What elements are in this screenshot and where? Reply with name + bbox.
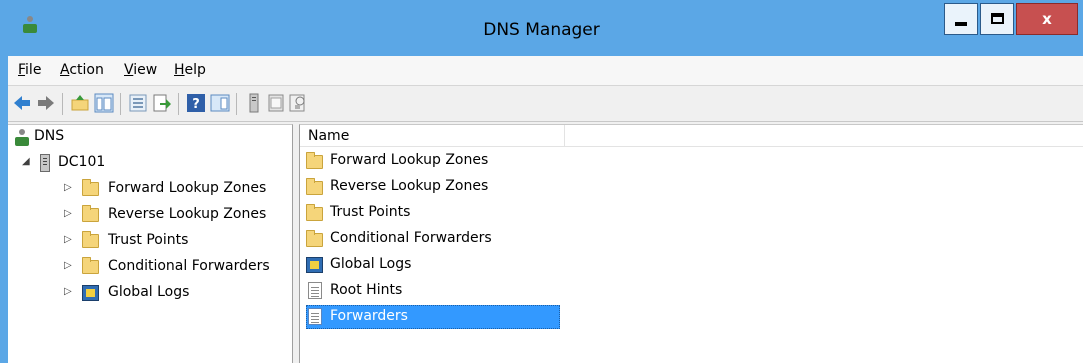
tree-node-label: Trust Points — [108, 232, 189, 248]
server-icon[interactable] — [244, 93, 264, 113]
menu-action-label: ction — [69, 62, 104, 78]
list-item-label: Root Hints — [330, 282, 403, 298]
menu-file[interactable]: File — [18, 62, 41, 78]
folder-icon — [82, 205, 99, 222]
show-console-tree-icon[interactable] — [94, 93, 114, 113]
document-icon — [308, 308, 322, 325]
close-icon: x — [1042, 10, 1052, 28]
tree-node-label: Global Logs — [108, 284, 190, 300]
list-item-conditional-forwarders[interactable]: Conditional Forwarders — [306, 227, 766, 251]
tree-node-server[interactable]: ◢ DC101 — [12, 151, 282, 175]
tree-node-label: Forward Lookup Zones — [108, 180, 267, 196]
filter-icon[interactable] — [288, 93, 308, 113]
up-folder-icon[interactable] — [70, 93, 90, 113]
folder-icon — [306, 152, 323, 169]
dns-manager-window: DNS Manager x File Action View Help ? DN… — [0, 0, 1083, 363]
list-item-forwarders[interactable]: Forwarders — [306, 305, 766, 329]
menu-bar: File Action View Help — [8, 56, 1083, 86]
tree-node-global-logs[interactable]: ▷ Global Logs — [12, 281, 287, 305]
menu-view-accel: V — [124, 62, 134, 78]
folder-icon — [82, 231, 99, 248]
list-item-label: Conditional Forwarders — [330, 230, 492, 246]
list-item-forward-lookup-zones[interactable]: Forward Lookup Zones — [306, 149, 766, 173]
tree-node-dns[interactable]: DNS — [12, 127, 282, 151]
toolbar-separator — [236, 93, 237, 115]
toolbar-separator — [120, 93, 121, 115]
menu-action[interactable]: Action — [60, 62, 104, 78]
menu-view[interactable]: View — [124, 62, 157, 78]
column-header-name[interactable]: Name — [308, 128, 349, 144]
collapsed-arrow-icon[interactable]: ▷ — [64, 286, 72, 297]
folder-icon — [306, 230, 323, 247]
folder-icon — [82, 179, 99, 196]
document-icon — [308, 282, 322, 299]
menu-view-label: iew — [133, 62, 158, 78]
list-item-label: Global Logs — [330, 256, 412, 272]
list-item-label: Forwarders — [330, 308, 408, 324]
column-divider[interactable] — [564, 125, 565, 147]
list-item-label: Forward Lookup Zones — [330, 152, 489, 168]
list-item-trust-points[interactable]: Trust Points — [306, 201, 766, 225]
details-list[interactable]: Name Forward Lookup Zones Reverse Lookup… — [299, 124, 1083, 363]
tree-node-label: DC101 — [58, 154, 106, 170]
folder-icon — [306, 178, 323, 195]
tree-node-forward-lookup-zones[interactable]: ▷ Forward Lookup Zones — [12, 177, 287, 201]
maximize-icon — [991, 13, 1004, 24]
list-item-root-hints[interactable]: Root Hints — [306, 279, 766, 303]
tree-node-reverse-lookup-zones[interactable]: ▷ Reverse Lookup Zones — [12, 203, 287, 227]
collapsed-arrow-icon[interactable]: ▷ — [64, 234, 72, 245]
back-arrow-icon[interactable] — [12, 93, 32, 113]
properties-icon[interactable] — [128, 93, 148, 113]
list-item-global-logs[interactable]: Global Logs — [306, 253, 766, 277]
list-item-label: Reverse Lookup Zones — [330, 178, 489, 194]
show-action-pane-icon[interactable] — [210, 93, 230, 113]
title-bar[interactable]: DNS Manager x — [0, 0, 1083, 56]
minimize-button[interactable] — [944, 3, 978, 35]
menu-help[interactable]: Help — [174, 62, 206, 78]
folder-icon — [82, 257, 99, 274]
tree-node-label: Conditional Forwarders — [108, 258, 270, 274]
window-title: DNS Manager — [483, 20, 600, 40]
folder-icon — [306, 204, 323, 221]
collapsed-arrow-icon[interactable]: ▷ — [64, 208, 72, 219]
menu-help-accel: H — [174, 62, 185, 78]
svg-text:?: ? — [192, 97, 200, 112]
toolbar-separator — [178, 93, 179, 115]
tree-node-label: Reverse Lookup Zones — [108, 206, 267, 222]
tree-node-conditional-forwarders[interactable]: ▷ Conditional Forwarders — [12, 255, 287, 279]
menu-action-accel: A — [60, 62, 70, 78]
toolbar: ? — [8, 86, 1083, 122]
export-list-icon[interactable] — [152, 93, 172, 113]
column-header-row: Name — [300, 125, 1083, 147]
toolbar-separator — [62, 93, 63, 115]
console-tree[interactable]: DNS ◢ DC101 ▷ Forward Lookup Zones ▷ Rev… — [8, 124, 293, 363]
maximize-button[interactable] — [980, 3, 1014, 35]
minimize-icon — [955, 22, 967, 26]
logs-icon — [306, 257, 323, 273]
forward-arrow-icon[interactable] — [36, 93, 56, 113]
close-button[interactable]: x — [1016, 3, 1078, 35]
menu-help-label: elp — [184, 62, 206, 78]
dns-icon — [14, 129, 30, 147]
help-icon[interactable]: ? — [186, 93, 206, 113]
server-icon — [40, 154, 50, 172]
client-area: File Action View Help ? DNS ◢ DC101 ▷ Fo… — [8, 56, 1083, 363]
tree-node-label: DNS — [34, 128, 65, 144]
tree-node-trust-points[interactable]: ▷ Trust Points — [12, 229, 287, 253]
logs-icon — [82, 285, 99, 301]
collapsed-arrow-icon[interactable]: ▷ — [64, 182, 72, 193]
expanded-arrow-icon[interactable]: ◢ — [22, 156, 30, 167]
list-item-label: Trust Points — [330, 204, 411, 220]
record-icon[interactable] — [266, 93, 286, 113]
menu-file-label: ile — [25, 62, 42, 78]
collapsed-arrow-icon[interactable]: ▷ — [64, 260, 72, 271]
menu-file-accel: F — [18, 62, 26, 78]
list-item-reverse-lookup-zones[interactable]: Reverse Lookup Zones — [306, 175, 766, 199]
